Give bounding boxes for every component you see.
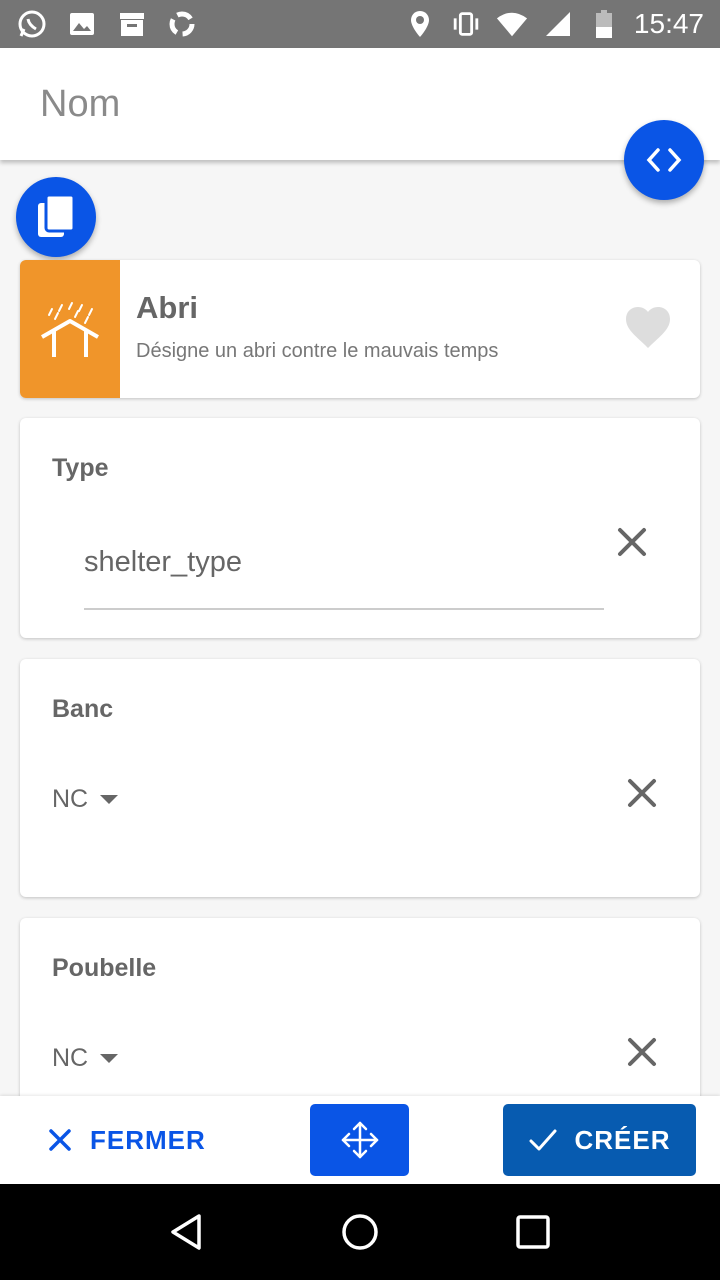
- back-icon: [170, 1214, 201, 1250]
- type-clear-button[interactable]: [610, 520, 654, 564]
- preset-card[interactable]: Abri Désigne un abri contre le mauvais t…: [20, 260, 700, 398]
- home-icon: [342, 1214, 378, 1250]
- dropdown-arrow-icon: [100, 1054, 119, 1063]
- poubelle-select[interactable]: NC: [52, 1044, 119, 1073]
- heart-icon: [626, 307, 670, 348]
- type-label: Type: [52, 454, 109, 482]
- status-bar: 15:47: [0, 0, 720, 48]
- close-icon: [618, 528, 646, 556]
- create-button-label: CRÉER: [574, 1124, 671, 1155]
- close-icon: [628, 1038, 656, 1066]
- banc-select[interactable]: NC: [52, 785, 119, 814]
- home-button[interactable]: [330, 1202, 390, 1262]
- close-button-label: FERMER: [90, 1124, 206, 1155]
- type-field-card: Type: [20, 418, 700, 638]
- location-icon: [404, 8, 436, 40]
- close-button[interactable]: FERMER: [48, 1116, 206, 1164]
- action-bar: FERMER CRÉER: [0, 1096, 720, 1184]
- preset-icon-box: [20, 260, 120, 398]
- app-icon: [166, 8, 198, 40]
- poubelle-clear-button[interactable]: [620, 1030, 664, 1074]
- name-header: [0, 48, 720, 160]
- status-time: 15:47: [633, 8, 704, 39]
- battery-icon: [588, 8, 620, 40]
- back-button[interactable]: [157, 1202, 217, 1262]
- code-icon: [646, 148, 682, 172]
- preset-description: Désigne un abri contre le mauvais temps: [136, 340, 499, 362]
- preset-title: Abri: [136, 290, 198, 325]
- poubelle-label: Poubelle: [52, 954, 157, 982]
- whatsapp-icon: [16, 8, 48, 40]
- type-input[interactable]: [84, 538, 604, 586]
- store-icon: [116, 8, 148, 40]
- status-left: [16, 8, 198, 40]
- name-input[interactable]: [40, 82, 580, 126]
- banc-label: Banc: [52, 695, 114, 723]
- create-button[interactable]: CRÉER: [503, 1104, 696, 1176]
- move-button[interactable]: [310, 1104, 409, 1176]
- banc-field-card: Banc NC: [20, 659, 700, 897]
- recents-icon: [516, 1215, 551, 1249]
- status-right: 15:47: [404, 8, 704, 40]
- code-view-button[interactable]: [624, 120, 704, 200]
- copy-button[interactable]: [16, 177, 96, 257]
- preset-text: Abri Désigne un abri contre le mauvais t…: [120, 260, 700, 398]
- navigation-bar: [0, 1184, 720, 1280]
- wifi-icon: [496, 8, 528, 40]
- signal-icon: [542, 8, 574, 40]
- shelter-icon: [41, 302, 99, 357]
- image-icon: [66, 8, 98, 40]
- banc-select-value: NC: [52, 785, 89, 813]
- dropdown-arrow-icon: [100, 795, 119, 804]
- copy-icon: [38, 193, 76, 237]
- favorite-button[interactable]: [624, 306, 672, 355]
- recents-button[interactable]: [503, 1202, 563, 1262]
- poubelle-select-value: NC: [52, 1044, 89, 1072]
- close-icon: [628, 779, 656, 807]
- check-icon: [529, 1129, 557, 1151]
- banc-clear-button[interactable]: [620, 771, 664, 815]
- vibrate-icon: [450, 8, 482, 40]
- move-icon: [341, 1121, 378, 1159]
- close-icon: [49, 1129, 71, 1151]
- type-input-wrapper: [84, 538, 604, 610]
